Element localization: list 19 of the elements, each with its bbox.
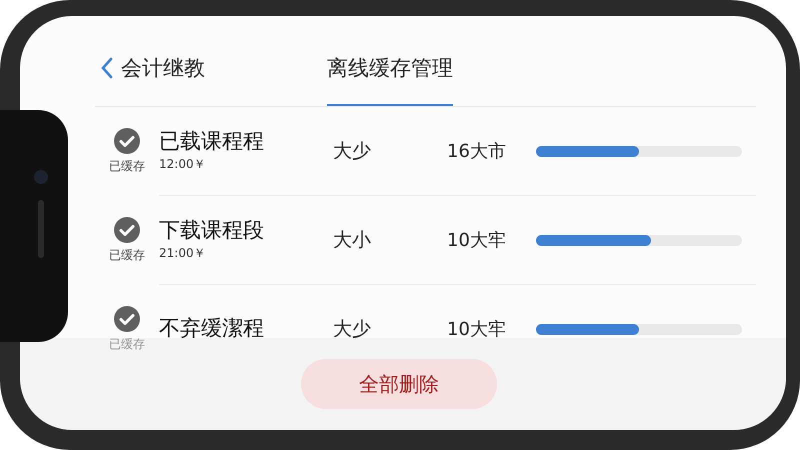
status-label: 已缓存 (109, 336, 145, 353)
course-name: 不弃缓潔程 (159, 316, 265, 342)
speaker-icon (38, 200, 44, 258)
size-label: 大少 (333, 316, 372, 342)
status-label: 已缓存 (109, 158, 145, 175)
size-value: 10大牢 (447, 318, 507, 342)
size-label: 大小 (333, 228, 372, 253)
delete-all-button[interactable]: 全部删除 (301, 359, 497, 409)
size-value: 16大市 (447, 140, 507, 164)
size-label: 大少 (333, 138, 372, 164)
course-time: 12:00￥ (159, 156, 207, 173)
back-label[interactable]: 会计继教 (121, 52, 205, 84)
size-value: 10大牢 (447, 228, 507, 252)
status-label: 已缓存 (109, 247, 145, 264)
course-time: 21:00￥ (159, 244, 207, 262)
course-name: 下载课程段 (159, 218, 265, 244)
back-icon (101, 57, 113, 80)
course-name: 已载课程程 (159, 129, 265, 155)
back-button[interactable]: 会计继教 (95, 52, 327, 106)
